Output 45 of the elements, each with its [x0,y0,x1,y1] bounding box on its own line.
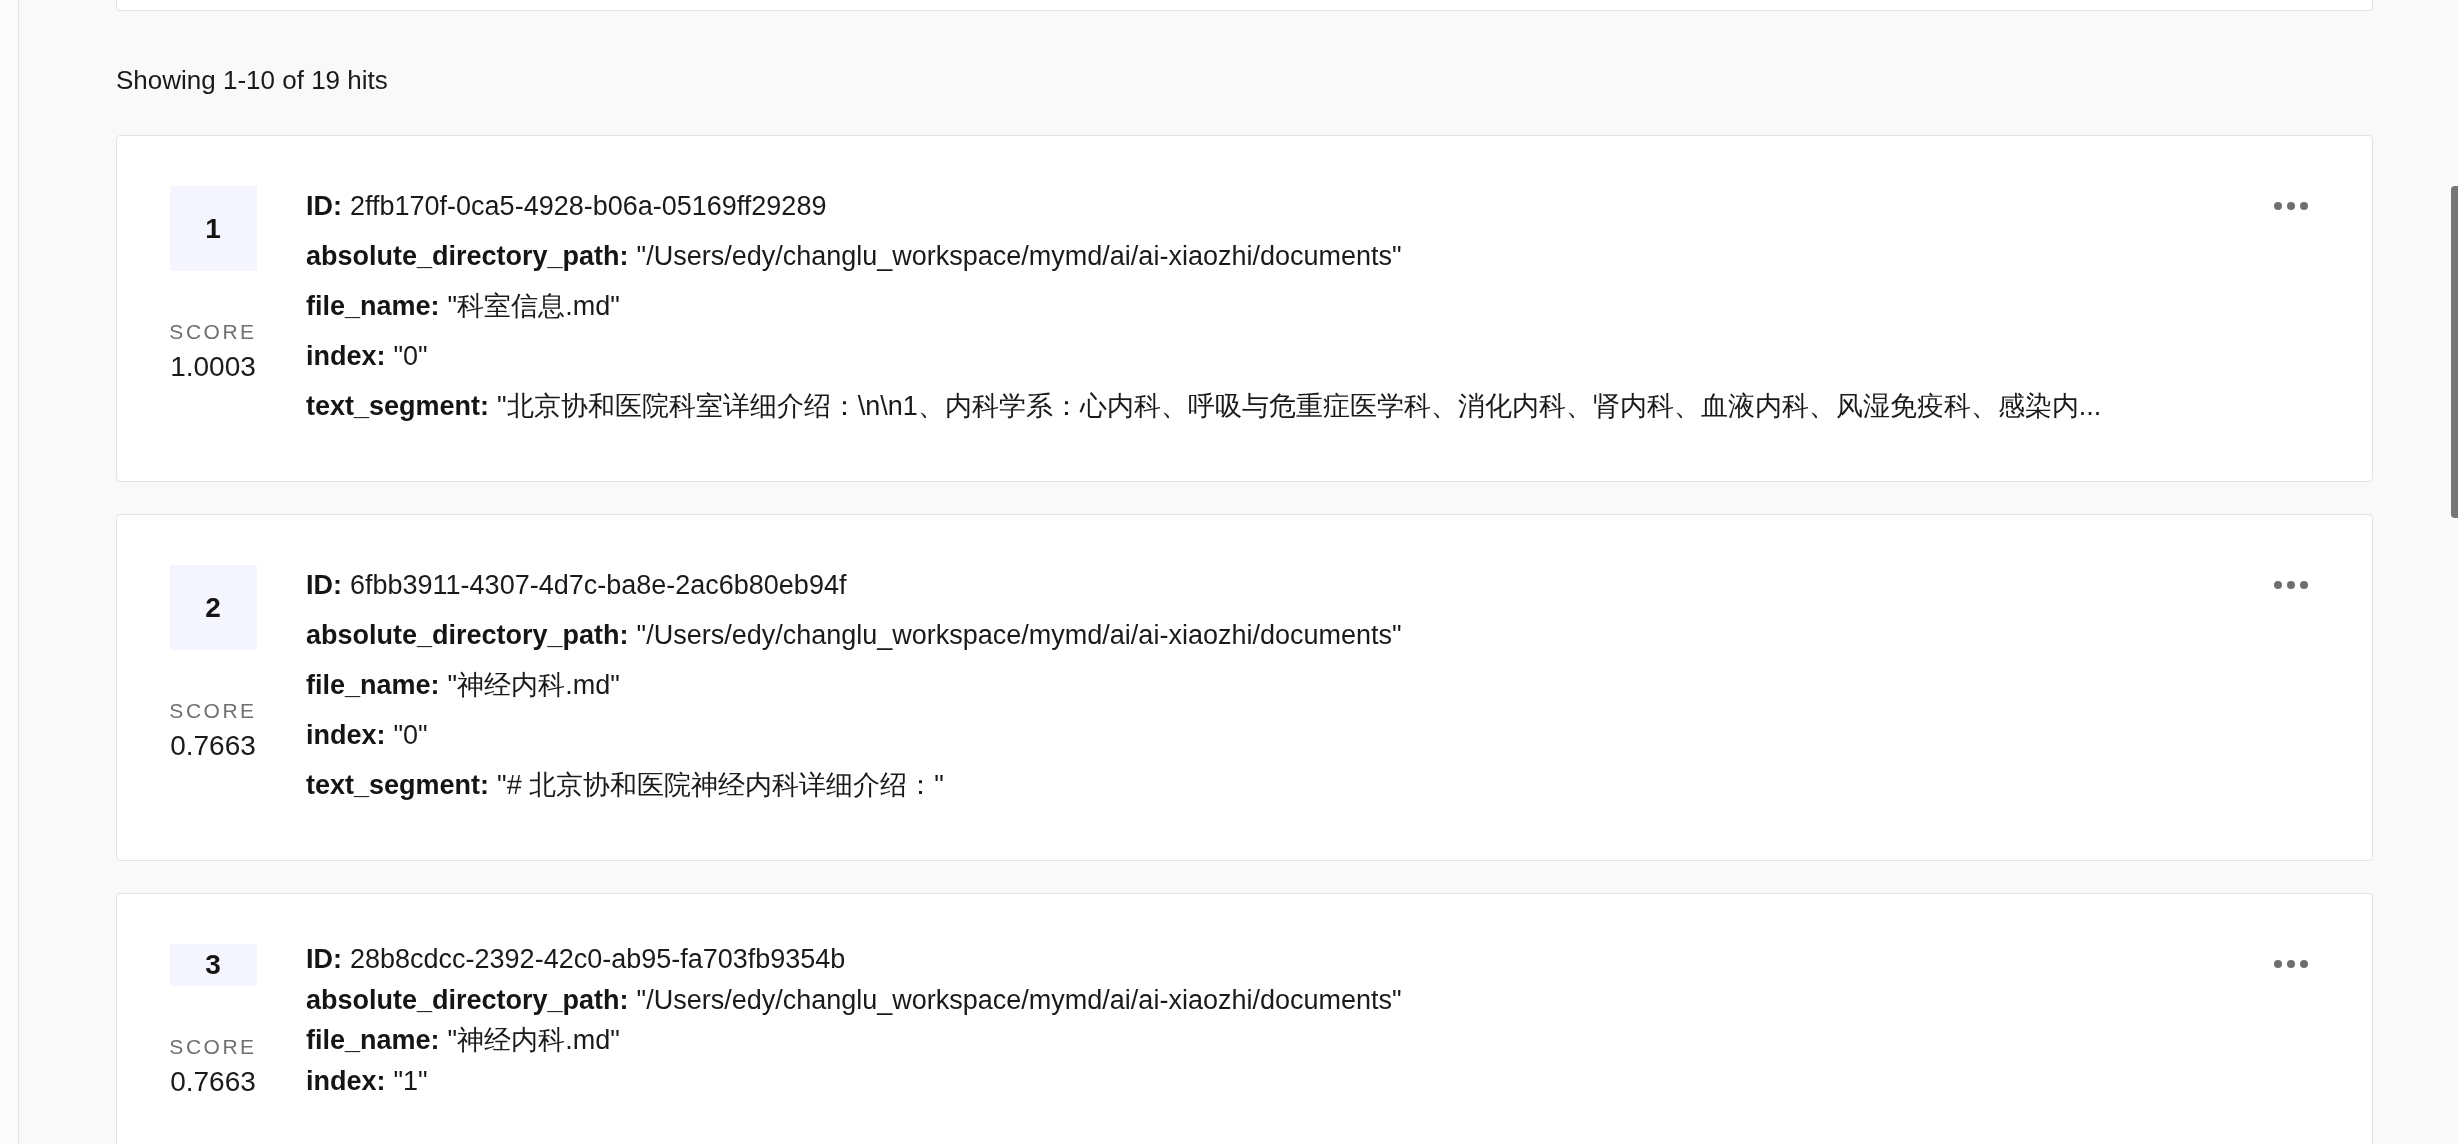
field-label: ID: [306,568,342,602]
field-label: absolute_directory_path: [306,983,629,1017]
field-value: "# 北京协和医院神经内科详细介绍：" [497,768,944,802]
field-label: absolute_directory_path: [306,618,629,652]
more-button[interactable] [2274,581,2308,589]
score-value: 0.7663 [170,1068,256,1096]
field-label: absolute_directory_path: [306,239,629,273]
field-value: "/Users/edy/changlu_workspace/mymd/ai/ai-xiaozhi/documents" [636,239,1402,273]
more-button[interactable] [2274,960,2308,968]
scrollbar-thumb[interactable] [2451,186,2458,518]
rank-badge: 2 [169,565,257,650]
field-value: "神经内科.md" [447,668,620,702]
ellipsis-icon [2274,581,2308,589]
field-value: 2ffb170f-0ca5-4928-b06a-05169ff29289 [350,189,827,223]
field-value: "科室信息.md" [447,289,620,323]
field-value: "/Users/edy/changlu_workspace/mymd/ai/ai-xiaozhi/documents" [636,618,1402,652]
ellipsis-icon [2274,960,2308,968]
field-value: "0" [393,339,428,373]
field-value: 6fbb3911-4307-4d7c-ba8e-2ac6b80eb94f [350,568,847,602]
field-label: index: [306,1064,386,1098]
field-label: index: [306,339,386,373]
score-label: SCORE [169,321,257,342]
ellipsis-icon [2274,202,2308,210]
score-label: SCORE [169,1036,257,1057]
field-label: ID: [306,943,342,976]
field-value: "北京协和医院科室详细介绍：\n\n1、内科学系：心内科、呼吸与危重症医学科、消化内科、肾内科、血液内科、风湿免疫科、感染内... [497,389,2102,423]
field-label: file_name: [306,1024,440,1057]
score-value: 0.7663 [170,732,256,760]
rank-badge: 1 [169,186,257,271]
field-value: "1" [393,1064,428,1098]
field-value: "神经内科.md" [447,1024,620,1057]
field-label: ID: [306,189,342,223]
score-label: SCORE [169,700,257,721]
rank-badge: 3 [169,944,257,986]
more-button[interactable] [2274,202,2308,210]
field-label: text_segment: [306,768,490,802]
field-label: file_name: [306,289,440,323]
field-label: file_name: [306,668,440,702]
field-value: 28b8cdcc-2392-42c0-ab95-fa703fb9354b [350,943,846,976]
field-value: "0" [393,718,428,752]
results-count: Showing 1-10 of 19 hits [116,65,388,95]
score-value: 1.0003 [170,353,256,381]
field-label: index: [306,718,386,752]
field-value: "/Users/edy/changlu_workspace/mymd/ai/ai-xiaozhi/documents" [636,983,1402,1017]
field-label: text_segment: [306,389,490,423]
